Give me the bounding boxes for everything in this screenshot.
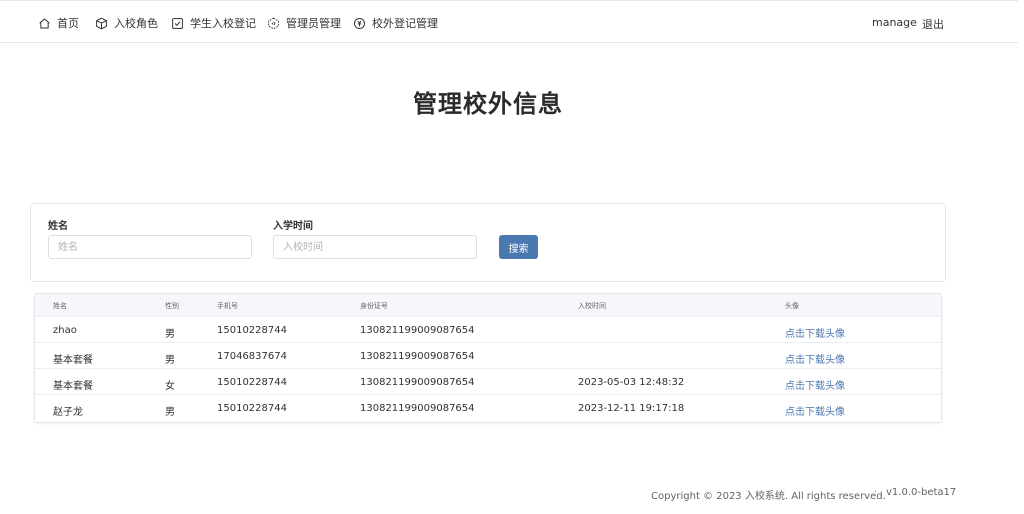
user-menu[interactable]: manage — [872, 16, 917, 29]
nav-label: 入校角色 — [114, 17, 158, 30]
search-form: 姓名 入学时间 搜索 — [30, 203, 946, 282]
cell-id-number: 130821199009087654 — [360, 351, 475, 362]
cell-phone: 15010228744 — [217, 325, 287, 336]
table-row: 基本套餐 女 15010228744 130821199009087654 20… — [35, 369, 941, 395]
cell-name: zhao — [53, 325, 77, 336]
coin-icon — [353, 17, 366, 29]
logout-link[interactable]: 退出 — [922, 16, 944, 32]
column-header-entry-time: 入校时间 — [578, 302, 606, 310]
column-header-avatar: 头像 — [785, 302, 799, 310]
table-row: 赵子龙 男 15010228744 130821199009087654 202… — [35, 395, 941, 421]
column-header-name: 姓名 — [53, 302, 67, 310]
download-avatar-link[interactable]: 点击下载头像 — [785, 351, 845, 366]
version-text: v1.0.0-beta17 — [886, 487, 957, 498]
nav-label: 首页 — [57, 17, 79, 30]
cell-id-number: 130821199009087654 — [360, 403, 475, 414]
nav-item-home[interactable]: 首页 — [38, 15, 79, 31]
column-header-phone: 手机号 — [217, 302, 238, 310]
data-table: 姓名 性别 手机号 身份证号 入校时间 头像 zhao 男 1501022874… — [34, 293, 942, 423]
cube-icon — [96, 17, 107, 29]
nav-label: 校外登记管理 — [372, 17, 438, 30]
copyright-text: Copyright © 2023 入校系统. All rights reserv… — [651, 491, 886, 502]
cell-phone: 15010228744 — [217, 403, 287, 414]
cell-phone: 15010228744 — [217, 377, 287, 388]
checkbox-icon — [172, 17, 183, 29]
nav-item-roles[interactable]: 入校角色 — [95, 15, 158, 31]
cell-phone: 17046837674 — [217, 351, 287, 362]
nav-item-offcampus[interactable]: 校外登记管理 — [353, 15, 438, 31]
nav-label: 学生入校登记 — [190, 17, 256, 30]
cell-name: 赵子龙 — [53, 407, 83, 418]
home-icon — [39, 17, 50, 28]
column-header-id-number: 身份证号 — [360, 302, 388, 310]
footer: Copyright © 2023 入校系统. All rights reserv… — [0, 487, 1024, 502]
cell-entry-time: 2023-05-03 12:48:32 — [578, 377, 685, 388]
download-avatar-link[interactable]: 点击下载头像 — [785, 377, 845, 392]
cell-name: 基本套餐 — [53, 355, 93, 366]
cell-id-number: 130821199009087654 — [360, 377, 475, 388]
nav-label: 管理员管理 — [286, 17, 341, 30]
table-row: 基本套餐 男 17046837674 130821199009087654 点击… — [35, 343, 941, 369]
search-button[interactable]: 搜索 — [499, 235, 538, 259]
nav-item-admin[interactable]: 管理员管理 — [267, 15, 341, 31]
cell-gender: 男 — [165, 355, 175, 366]
cell-name: 基本套餐 — [53, 381, 93, 392]
download-avatar-link[interactable]: 点击下载头像 — [785, 403, 845, 418]
cell-id-number: 130821199009087654 — [360, 325, 475, 336]
name-search-input[interactable] — [48, 235, 252, 259]
page-title: 管理校外信息 — [413, 90, 563, 118]
cell-entry-time: 2023-12-11 19:17:18 — [578, 403, 685, 414]
cell-gender: 男 — [165, 329, 175, 340]
date-field-label: 入学时间 — [273, 221, 313, 232]
column-header-gender: 性别 — [165, 302, 179, 310]
name-field-label: 姓名 — [48, 221, 68, 232]
top-navbar: 首页 入校角色 学生入校登记 管理员管理 校外登记管理 manage 退出 — [0, 0, 1018, 43]
download-avatar-link[interactable]: 点击下载头像 — [785, 325, 845, 340]
nav-item-student-registration[interactable]: 学生入校登记 — [171, 15, 256, 31]
footer-separator: · — [874, 487, 878, 498]
table-row: zhao 男 15010228744 130821199009087654 点击… — [35, 317, 941, 343]
cell-gender: 男 — [165, 407, 175, 418]
date-search-input[interactable] — [273, 235, 477, 259]
hexagon-icon — [268, 17, 279, 29]
table-header: 姓名 性别 手机号 身份证号 入校时间 头像 — [35, 294, 941, 317]
cell-gender: 女 — [165, 381, 175, 392]
